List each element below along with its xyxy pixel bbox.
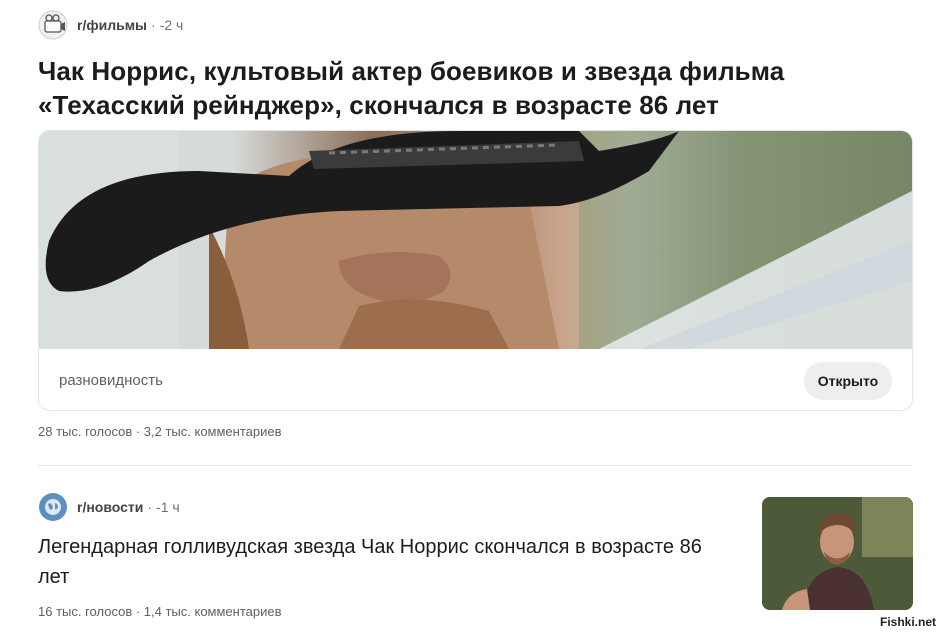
post-meta: r/новости · -1 ч <box>38 492 738 522</box>
link-domain[interactable]: разновидность <box>59 372 163 389</box>
post-divider <box>38 465 911 466</box>
post-stats[interactable]: 16 тыс. голосов · 1,4 тыс. комментариев <box>38 604 738 619</box>
post-stats[interactable]: 28 тыс. голосов · 3,2 тыс. комментариев <box>38 424 282 439</box>
post-thumbnail[interactable] <box>762 497 913 610</box>
film-reel-icon[interactable] <box>38 10 68 40</box>
preview-image[interactable] <box>39 131 912 349</box>
post-title[interactable]: Чак Норрис, культовый актер боевиков и з… <box>38 54 913 122</box>
open-button[interactable]: Открыто <box>804 362 892 400</box>
post-card-2[interactable]: r/новости · -1 ч Легендарная голливудска… <box>38 492 738 619</box>
card-footer: разновидность Открыто <box>39 350 912 410</box>
post-card-1[interactable]: r/фильмы · -2 ч Чак Норрис, культовый ак… <box>38 10 913 122</box>
separator-dot: · <box>147 499 153 515</box>
post-time: -1 ч <box>156 499 180 515</box>
separator-dot: · <box>151 17 156 33</box>
post-time: -2 ч <box>159 17 184 33</box>
subreddit-link[interactable]: r/новости <box>77 499 143 515</box>
link-preview-card[interactable]: разновидность Открыто <box>38 130 913 411</box>
globe-icon[interactable] <box>38 492 68 522</box>
post-title[interactable]: Легендарная голливудская звезда Чак Норр… <box>38 532 738 592</box>
watermark: Fishki.net <box>879 615 936 629</box>
post-meta: r/фильмы · -2 ч <box>38 10 913 40</box>
subreddit-link[interactable]: r/фильмы <box>77 17 147 33</box>
